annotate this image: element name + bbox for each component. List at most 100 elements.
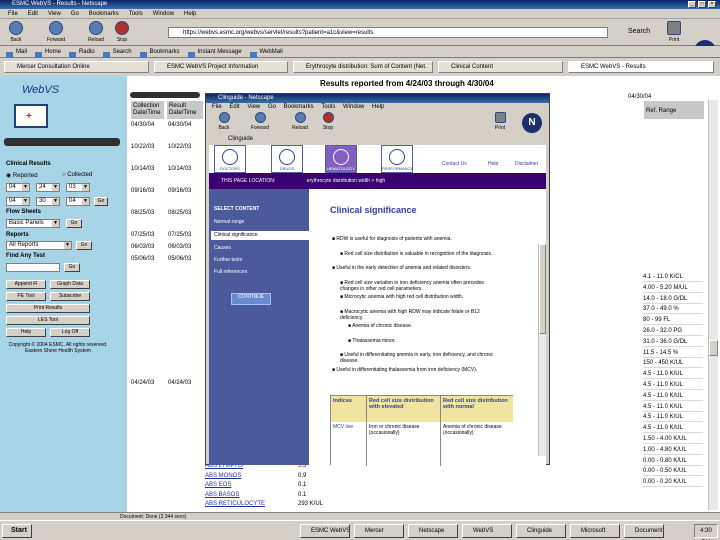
flow-go-button[interactable]: Go — [66, 219, 82, 228]
find-test-input[interactable] — [6, 263, 60, 272]
popup-reload-button[interactable]: Reload — [288, 112, 312, 135]
results-scroll-thumb[interactable] — [709, 340, 718, 356]
reports-select[interactable]: All Reports — [6, 241, 72, 250]
popup-menu-bookmarks[interactable]: Bookmarks — [284, 104, 314, 110]
tab-mercer[interactable]: Mercer Consultation Online — [4, 61, 149, 73]
start-year-select[interactable]: 03 — [66, 183, 90, 192]
url-input[interactable]: https://webvs.esmc.org/webvs/servlet/res… — [168, 27, 608, 38]
popup-menu-view[interactable]: View — [247, 104, 260, 110]
test-name-link[interactable]: ABS RETICULOCYTE — [205, 501, 265, 507]
log-off-button[interactable]: Log Off — [50, 328, 90, 337]
side-clinical-significance[interactable]: Clinical significance — [211, 231, 309, 240]
tab-erythrocyte[interactable]: Erythrocyte distribution: Sum of Content… — [293, 61, 433, 73]
test-name-link[interactable]: ABS EOS — [205, 482, 231, 488]
popup-menu-go[interactable]: Go — [268, 104, 276, 110]
back-arrow-icon — [218, 112, 230, 123]
continue-button[interactable]: CONTINUE — [231, 293, 271, 305]
date-go-button[interactable]: Go — [94, 197, 108, 206]
menu-window[interactable]: Window — [153, 11, 174, 17]
bookmark-mail[interactable]: Mail — [6, 49, 27, 55]
maximize-button[interactable]: □ — [698, 1, 706, 8]
end-day-select[interactable]: 30 — [36, 197, 60, 206]
popup-print-button[interactable]: Print — [488, 112, 512, 135]
popup-menu-window[interactable]: Window — [343, 104, 364, 110]
tab-hematology[interactable]: HEMATOLOGY — [325, 145, 357, 173]
close-button[interactable]: × — [708, 1, 716, 8]
bookmark-home[interactable]: Home — [35, 49, 61, 55]
stop-icon — [322, 112, 334, 123]
taskbar-item-5[interactable]: Clinguide — [516, 524, 566, 538]
popup-bookmark-clinguide[interactable]: Clinguide — [228, 136, 253, 142]
les-tool-button[interactable]: LES Tool — [6, 316, 90, 325]
tab-results[interactable]: ESMC WebVS - Results — [568, 61, 714, 73]
popup-menu-tools[interactable]: Tools — [321, 104, 335, 110]
side-full-references[interactable]: Full references — [214, 269, 247, 275]
popup-forward-button[interactable]: Forward — [248, 112, 272, 135]
disclaimer-link[interactable]: Disclaimer — [515, 161, 538, 167]
search-button[interactable]: Search — [614, 25, 656, 39]
graph-data-button[interactable]: Graph Data — [50, 280, 90, 289]
append-button[interactable]: Append Fl — [6, 280, 46, 289]
menu-bookmarks[interactable]: Bookmarks — [89, 11, 119, 17]
taskbar-item-2[interactable]: Mercer — [354, 524, 404, 538]
help-button[interactable]: Help — [6, 328, 46, 337]
taskbar-item-3[interactable]: Netscape — [408, 524, 458, 538]
end-month-select[interactable]: 04 — [6, 197, 30, 206]
taskbar-item-6[interactable]: Microsoft — [570, 524, 620, 538]
menu-edit[interactable]: Edit — [28, 11, 38, 17]
popup-back-button[interactable]: Back — [212, 112, 236, 135]
subscribe-button[interactable]: Subscribe — [50, 292, 90, 301]
test-name-link[interactable]: ABS MONOS — [205, 473, 241, 479]
bookmark-search[interactable]: Search — [103, 49, 132, 55]
popup-menu-edit[interactable]: Edit — [229, 104, 239, 110]
tab-project-info[interactable]: ESMC WebVS Project Information — [154, 61, 288, 73]
tab-doctors[interactable]: DOCTORS — [214, 145, 246, 173]
menu-view[interactable]: View — [48, 11, 61, 17]
back-button[interactable]: Back — [4, 21, 28, 44]
forward-arrow-icon — [49, 21, 63, 35]
side-normal-range[interactable]: Normal range — [214, 219, 244, 225]
taskbar-item-1[interactable]: ESMC WebVS — [300, 524, 350, 538]
help-link[interactable]: Help — [488, 161, 498, 167]
reload-button[interactable]: Reload — [84, 21, 108, 44]
pe-tool-button[interactable]: PE Tool — [6, 292, 46, 301]
menu-help[interactable]: Help — [184, 11, 196, 17]
tab-performance[interactable]: PERFORMANCE — [381, 145, 413, 173]
bookmark-instant-message[interactable]: Instant Message — [188, 49, 242, 55]
contact-us-link[interactable]: Contact Us — [442, 161, 467, 167]
start-button[interactable]: Start — [2, 524, 32, 538]
start-month-select[interactable]: 04 — [6, 183, 30, 192]
start-day-select[interactable]: 24 — [36, 183, 60, 192]
menu-tools[interactable]: Tools — [129, 11, 143, 17]
radio-collected[interactable]: ○ Collected — [62, 172, 92, 178]
side-further-tests[interactable]: Further tests — [214, 257, 242, 263]
flow-sheets-select[interactable]: Basic Panels — [6, 219, 60, 228]
menu-go[interactable]: Go — [71, 11, 79, 17]
forward-button[interactable]: Forward — [44, 21, 68, 44]
popup-menu-file[interactable]: File — [212, 104, 222, 110]
bookmark-webmail[interactable]: WebMail — [250, 49, 283, 55]
popup-scroll-thumb[interactable] — [539, 244, 546, 334]
end-year-select[interactable]: 04 — [66, 197, 90, 206]
bookmark-bookmarks[interactable]: Bookmarks — [140, 49, 180, 55]
reports-go-button[interactable]: Go — [76, 241, 92, 250]
stop-button[interactable]: Stop — [110, 21, 134, 44]
ref-range-cell: 26.0 - 32.0 PG — [643, 326, 703, 336]
minimize-button[interactable]: _ — [688, 1, 696, 8]
taskbar-item-4[interactable]: WebVS — [462, 524, 512, 538]
menu-file[interactable]: File — [8, 11, 18, 17]
side-causes[interactable]: Causes — [214, 245, 231, 251]
tab-clinical-content[interactable]: Clinical Content — [438, 61, 563, 73]
print-results-button[interactable]: Print Results — [6, 304, 90, 313]
results-scrollbar[interactable] — [708, 100, 718, 510]
popup-scrollbar[interactable] — [538, 244, 546, 456]
bookmark-radio[interactable]: Radio — [69, 49, 95, 55]
popup-stop-button[interactable]: Stop — [316, 112, 340, 135]
popup-menu-help[interactable]: Help — [372, 104, 384, 110]
taskbar-item-7[interactable]: Document — [624, 524, 664, 538]
test-name-link[interactable]: ABS BASOS — [205, 492, 239, 498]
radio-reported[interactable]: ◉ Reported — [6, 172, 38, 179]
find-go-button[interactable]: Go — [64, 263, 80, 272]
tab-drugs[interactable]: DRUGS — [271, 145, 303, 173]
print-button[interactable]: Print — [662, 21, 686, 44]
